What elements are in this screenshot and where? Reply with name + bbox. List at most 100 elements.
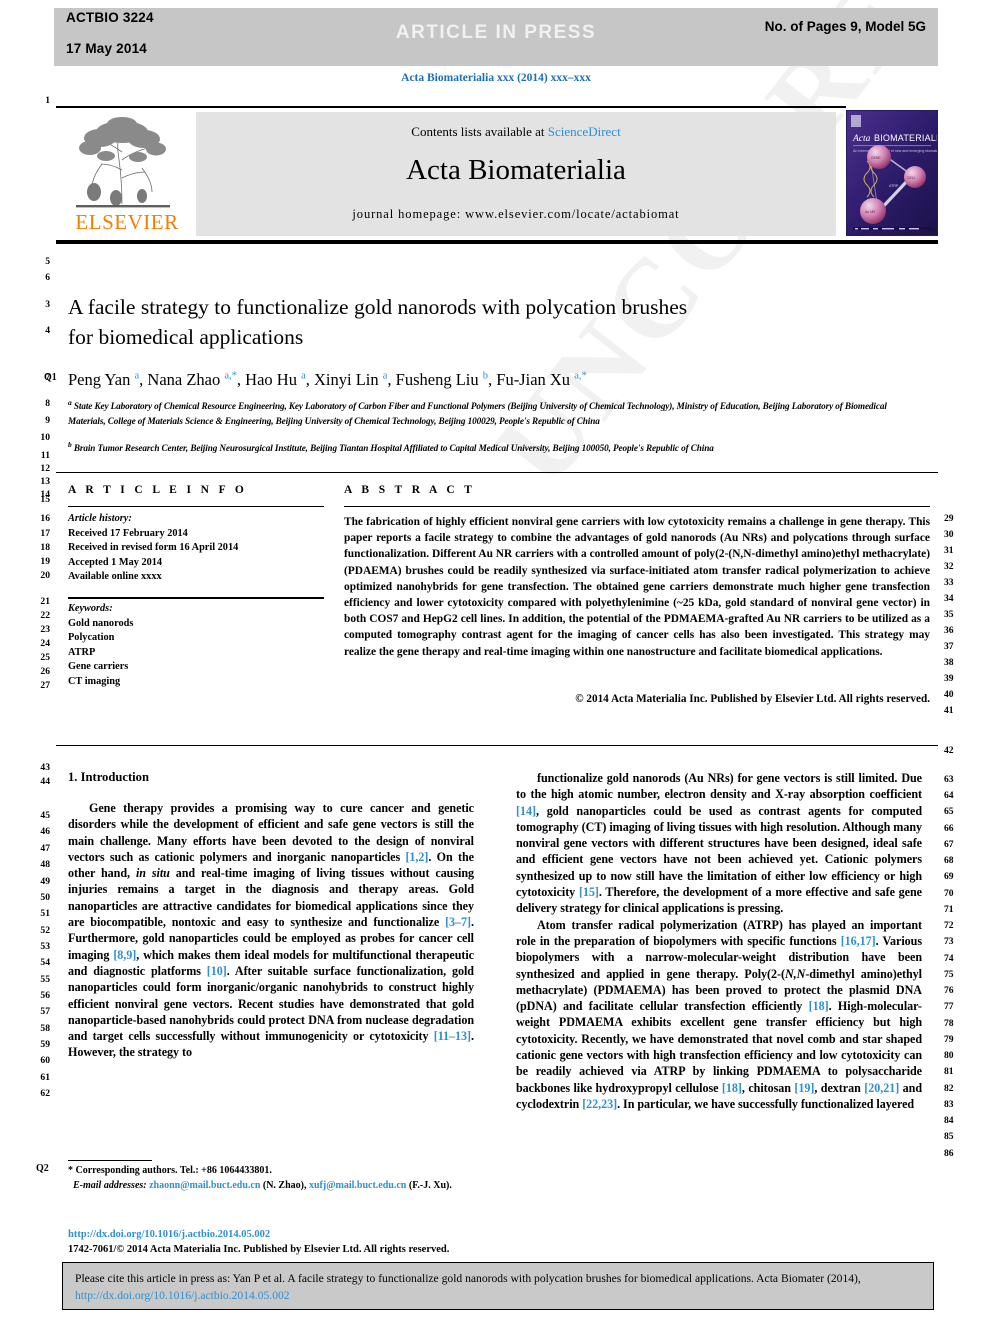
- paragraph: Gene therapy provides a promising way to…: [68, 801, 475, 1060]
- line-number: 21: [40, 596, 50, 607]
- abstract-copyright: © 2014 Acta Materialia Inc. Published by…: [575, 693, 930, 705]
- line-number: 31: [944, 545, 954, 556]
- please-cite-box: Please cite this article in press as: Ya…: [62, 1262, 934, 1310]
- line-number: 50: [40, 892, 50, 903]
- svg-text:ATRP: ATRP: [889, 184, 899, 188]
- abstract-rule: [344, 506, 930, 507]
- info-top-rule: [56, 472, 938, 473]
- keyword-item: Polycation: [68, 632, 115, 644]
- line-number: 51: [40, 908, 50, 919]
- title-line-2: for biomedical applications: [68, 325, 304, 349]
- email-owner-2: (F.-J. Xu).: [408, 1179, 452, 1191]
- line-number: 47: [40, 843, 50, 854]
- line-number: 20: [40, 570, 50, 581]
- line-number: 42: [944, 745, 954, 756]
- keyword-item: Gold nanorods: [68, 617, 134, 629]
- line-number: 52: [40, 925, 50, 936]
- history-item: Accepted 1 May 2014: [68, 556, 163, 568]
- line-number: 84: [944, 1115, 954, 1126]
- article-history: Article history: Received 17 February 20…: [68, 512, 328, 585]
- line-number: 13: [40, 476, 50, 487]
- line-number: 71: [944, 904, 954, 915]
- affiliation-b: b Brain Tumor Research Center, Beijing N…: [68, 440, 714, 454]
- line-number: 29: [944, 513, 954, 524]
- line-number: 77: [944, 1001, 954, 1012]
- journal-masthead: ELSEVIER Contents lists available at Sci…: [56, 110, 938, 236]
- line-number: 22: [40, 610, 50, 621]
- line-number: 17: [40, 528, 50, 539]
- elsevier-wordmark: ELSEVIER: [75, 210, 179, 234]
- line-number: 75: [944, 969, 954, 980]
- line-number: 32: [944, 561, 954, 572]
- line-number: 49: [40, 876, 50, 887]
- abstract-heading: A B S T R A C T: [344, 484, 476, 496]
- line-number: 6: [45, 272, 50, 283]
- history-item: Received 17 February 2014: [68, 527, 188, 539]
- query-tag-q2: Q2: [36, 1163, 49, 1174]
- email-owner-1: (N. Zhao),: [262, 1179, 307, 1191]
- history-item: Received in revised form 16 April 2014: [68, 542, 239, 554]
- line-number: 24: [40, 638, 50, 649]
- keywords-label: Keywords:: [68, 603, 113, 614]
- svg-text:Acta: Acta: [852, 134, 871, 144]
- masthead-top-rule: [56, 106, 846, 108]
- body-column-left: Gene therapy provides a promising way to…: [68, 800, 474, 1061]
- email-line: E-mail addresses: zhaonn@mail.buct.edu.c…: [68, 1179, 478, 1194]
- line-number: 54: [40, 957, 50, 968]
- line-number: 1: [45, 95, 50, 106]
- affiliation-a-text: State Key Laboratory of Chemical Resourc…: [68, 401, 887, 426]
- keywords-rule: [68, 597, 324, 599]
- query-tag-q1: Q1: [44, 372, 57, 383]
- info-rule-2: [68, 506, 324, 507]
- line-number: 37: [944, 641, 954, 652]
- line-number: 73: [944, 936, 954, 947]
- line-number: 63: [944, 774, 954, 785]
- line-number: 66: [944, 823, 954, 834]
- affiliation-b-text: Brain Tumor Research Center, Beijing Neu…: [73, 443, 714, 454]
- line-number: 57: [40, 1006, 50, 1017]
- line-number: 5: [45, 256, 50, 267]
- info-bottom-rule: [56, 745, 938, 746]
- journal-homepage[interactable]: journal homepage: www.elsevier.com/locat…: [196, 207, 836, 222]
- line-number: 35: [944, 609, 954, 620]
- doi-block: http://dx.doi.org/10.1016/j.actbio.2014.…: [68, 1227, 488, 1257]
- page-title: A facile strategy to functionalize gold …: [68, 292, 898, 352]
- line-number: 81: [944, 1066, 954, 1077]
- email-link-1[interactable]: zhaonn@mail.buct.edu.cn: [149, 1180, 260, 1191]
- line-number: 46: [40, 826, 50, 837]
- body-column-right: functionalize gold nanorods (Au NRs) for…: [516, 770, 922, 1112]
- line-number: 4: [45, 325, 50, 336]
- line-number: 48: [40, 859, 50, 870]
- keyword-item: Gene carriers: [68, 661, 129, 673]
- line-number: 65: [944, 806, 954, 817]
- line-number: 23: [40, 624, 50, 635]
- elsevier-logo: ELSEVIER: [64, 112, 182, 236]
- line-number: 27: [40, 680, 50, 691]
- line-number: 83: [944, 1099, 954, 1110]
- line-number: 68: [944, 855, 954, 866]
- line-number: 45: [40, 810, 50, 821]
- line-number: 10: [40, 432, 50, 443]
- sciencedirect-link[interactable]: ScienceDirect: [548, 124, 621, 139]
- history-item: Available online xxxx: [68, 571, 162, 583]
- line-number: 53: [40, 941, 50, 952]
- doi-link[interactable]: http://dx.doi.org/10.1016/j.actbio.2014.…: [68, 1227, 488, 1242]
- line-number: 16: [40, 513, 50, 524]
- line-number: 11: [40, 450, 50, 461]
- footnote-rule: [68, 1160, 152, 1161]
- email-link-2[interactable]: xufj@mail.buct.edu.cn: [309, 1180, 406, 1191]
- running-head: Acta Biomaterialia xxx (2014) xxx–xxx: [401, 72, 591, 84]
- author-list: Peng Yan a, Nana Zhao a,*, Hao Hu a, Xin…: [68, 370, 587, 389]
- line-number: 8: [45, 398, 50, 409]
- corresponding-author-note: * Corresponding authors. Tel.: +86 10644…: [68, 1165, 272, 1176]
- line-number: 80: [944, 1050, 954, 1061]
- cite-doi-link[interactable]: http://dx.doi.org/10.1016/j.actbio.2014.…: [75, 1289, 290, 1302]
- line-number: 79: [944, 1034, 954, 1045]
- please-cite-text: Please cite this article in press as: Ya…: [75, 1270, 923, 1304]
- line-number: 3: [45, 299, 50, 310]
- journal-title: Acta Biomaterialia: [406, 154, 626, 186]
- line-number: 67: [944, 839, 954, 850]
- page-count-model: No. of Pages 9, Model 5G: [764, 19, 926, 34]
- journal-cover-thumbnail: Acta BIOMATERIALIA An international jour…: [846, 110, 938, 236]
- line-number: 86: [944, 1148, 954, 1159]
